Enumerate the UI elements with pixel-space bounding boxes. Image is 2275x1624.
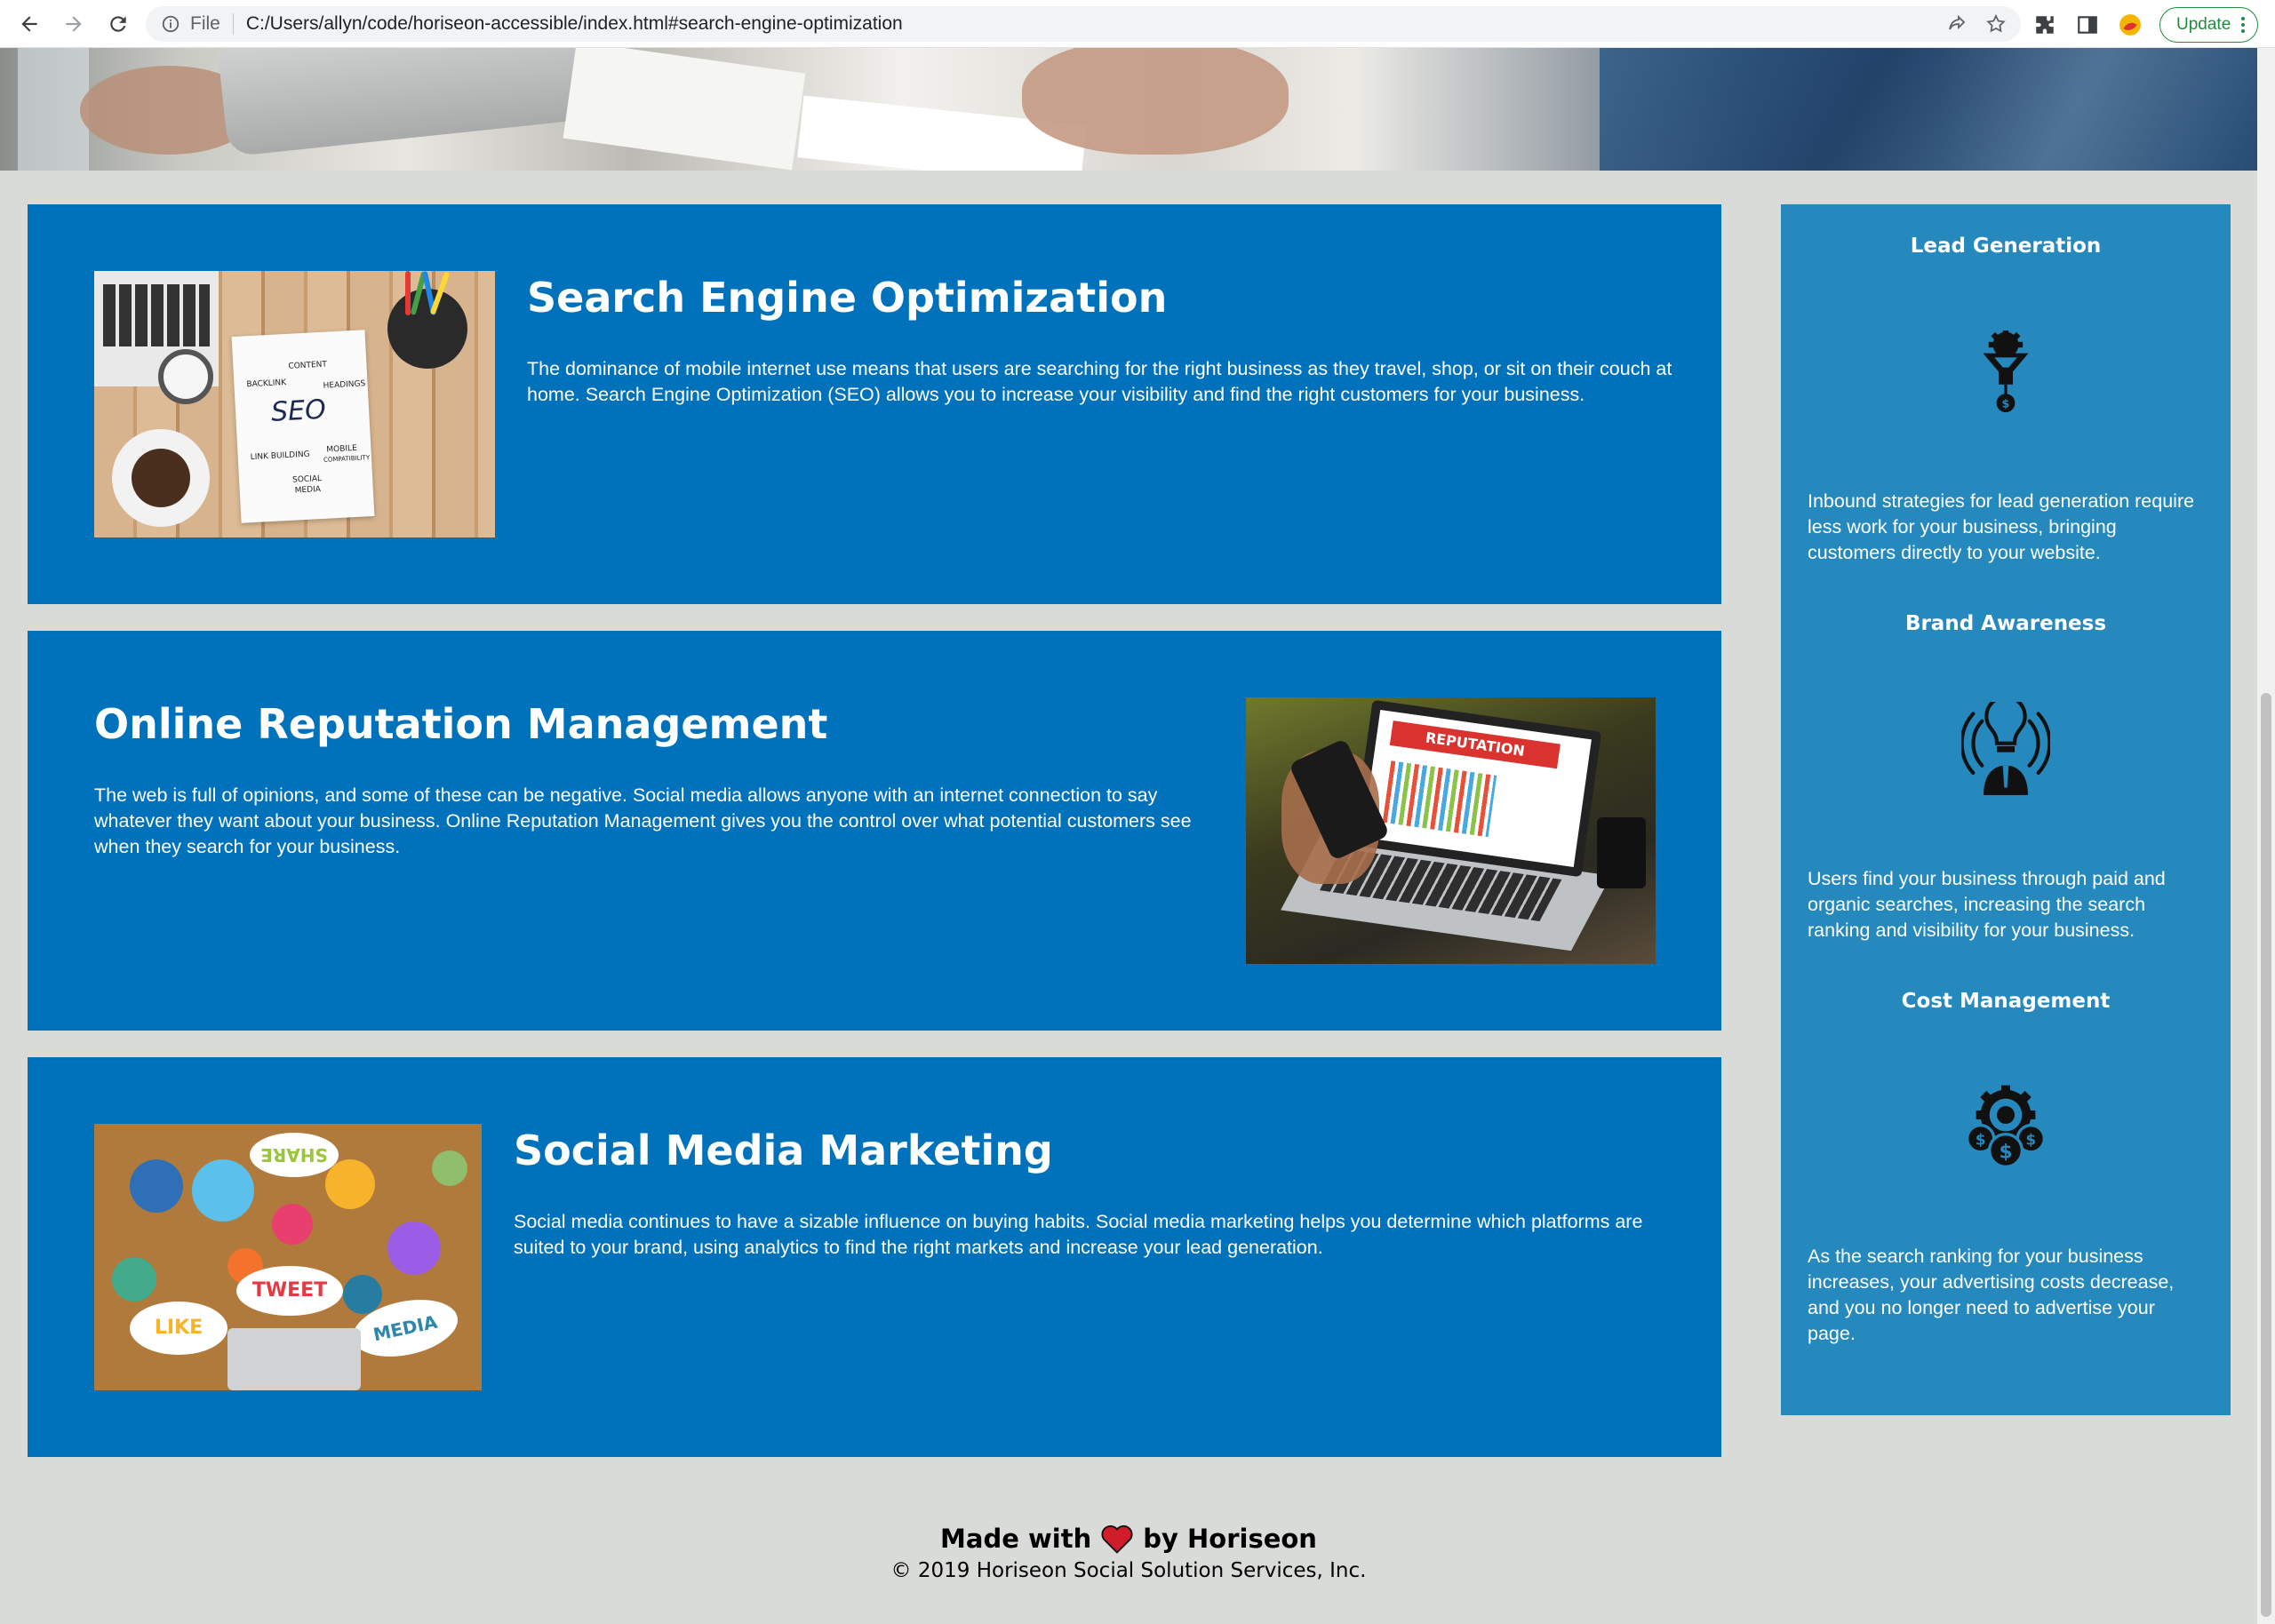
section-text: The web is full of opinions, and some of…: [94, 784, 1192, 857]
benefits-sidebar: Lead Generation $ Inbound strategies for…: [1781, 204, 2231, 1415]
reload-button[interactable]: [101, 7, 135, 41]
benefit-text: As the search ranking for your business …: [1808, 1246, 2175, 1344]
svg-text:$: $: [1976, 1131, 1986, 1148]
info-icon[interactable]: [160, 13, 181, 35]
address-bar[interactable]: File C:/Users/allyn/code/horiseon-access…: [146, 6, 2021, 42]
section-title: Search Engine Optimization: [527, 274, 1168, 322]
forward-arrow-icon: [66, 15, 82, 32]
cost-management-gear-coins-icon: $ $ $: [1961, 1075, 2050, 1182]
reputation-image: REPUTATION: [1246, 697, 1656, 964]
page-footer: Made with by Horiseon © 2019 Horiseon So…: [0, 1524, 2257, 1582]
update-button[interactable]: Update: [2159, 7, 2259, 43]
share-icon[interactable]: [1946, 13, 1968, 35]
chrome-menu-kebab-icon: [2241, 17, 2246, 33]
section-search-engine-optimization: SEO CONTENT BACKLINK HEADINGS LINK BUILD…: [28, 204, 1721, 604]
back-arrow-icon: [21, 15, 37, 32]
benefit-text: Users find your business through paid an…: [1808, 868, 2166, 941]
side-panel-icon[interactable]: [2074, 8, 2101, 42]
reload-icon: [110, 15, 126, 32]
heart-icon: [1101, 1525, 1133, 1554]
lead-generation-funnel-icon: $: [1961, 320, 2050, 426]
forward-button[interactable]: [57, 7, 91, 41]
copyright-text: © 2019 Horiseon Social Solution Services…: [890, 1559, 1367, 1582]
section-online-reputation-management: Online Reputation Management The web is …: [28, 631, 1721, 1031]
browser-toolbar: File C:/Users/allyn/code/horiseon-access…: [0, 0, 2275, 48]
section-title: Online Reputation Management: [94, 700, 828, 748]
brand-awareness-lightbulb-icon: [1961, 697, 2050, 804]
section-text: Social media continues to have a sizable…: [514, 1211, 1643, 1258]
by-horiseon-text: by Horiseon: [1143, 1524, 1317, 1554]
url-text[interactable]: C:/Users/allyn/code/horiseon-accessible/…: [246, 13, 903, 35]
svg-text:$: $: [2002, 397, 2010, 410]
made-with-line: Made with by Horiseon: [0, 1524, 2257, 1554]
section-text: The dominance of mobile internet use mea…: [527, 358, 1672, 405]
made-with-text: Made with: [940, 1524, 1092, 1554]
bookmark-star-icon[interactable]: [1985, 13, 2007, 35]
benefit-title: Brand Awareness: [1904, 612, 2107, 635]
file-scheme-label: File: [190, 13, 220, 34]
svg-text:$: $: [1999, 1141, 2012, 1163]
page-scrollbar-thumb[interactable]: [2261, 693, 2271, 1617]
svg-text:$: $: [2026, 1131, 2037, 1148]
extensions-puzzle-icon[interactable]: [2032, 8, 2058, 42]
section-social-media-marketing: SHARE TWEET LIKE MEDIA Social Media Mark…: [28, 1057, 1721, 1457]
social-media-image: SHARE TWEET LIKE MEDIA: [94, 1124, 482, 1390]
profile-avatar-icon[interactable]: [2117, 8, 2143, 42]
hero-image: [0, 48, 2257, 171]
section-title: Social Media Marketing: [514, 1126, 1053, 1174]
update-button-label: Update: [2176, 15, 2231, 34]
benefit-title: Lead Generation: [1910, 235, 2102, 258]
omnibox-divider: [232, 13, 234, 35]
benefit-title: Cost Management: [1901, 990, 2111, 1013]
back-button[interactable]: [12, 7, 46, 41]
benefit-text: Inbound strategies for lead generation r…: [1808, 490, 2195, 563]
seo-image: SEO CONTENT BACKLINK HEADINGS LINK BUILD…: [94, 271, 495, 537]
